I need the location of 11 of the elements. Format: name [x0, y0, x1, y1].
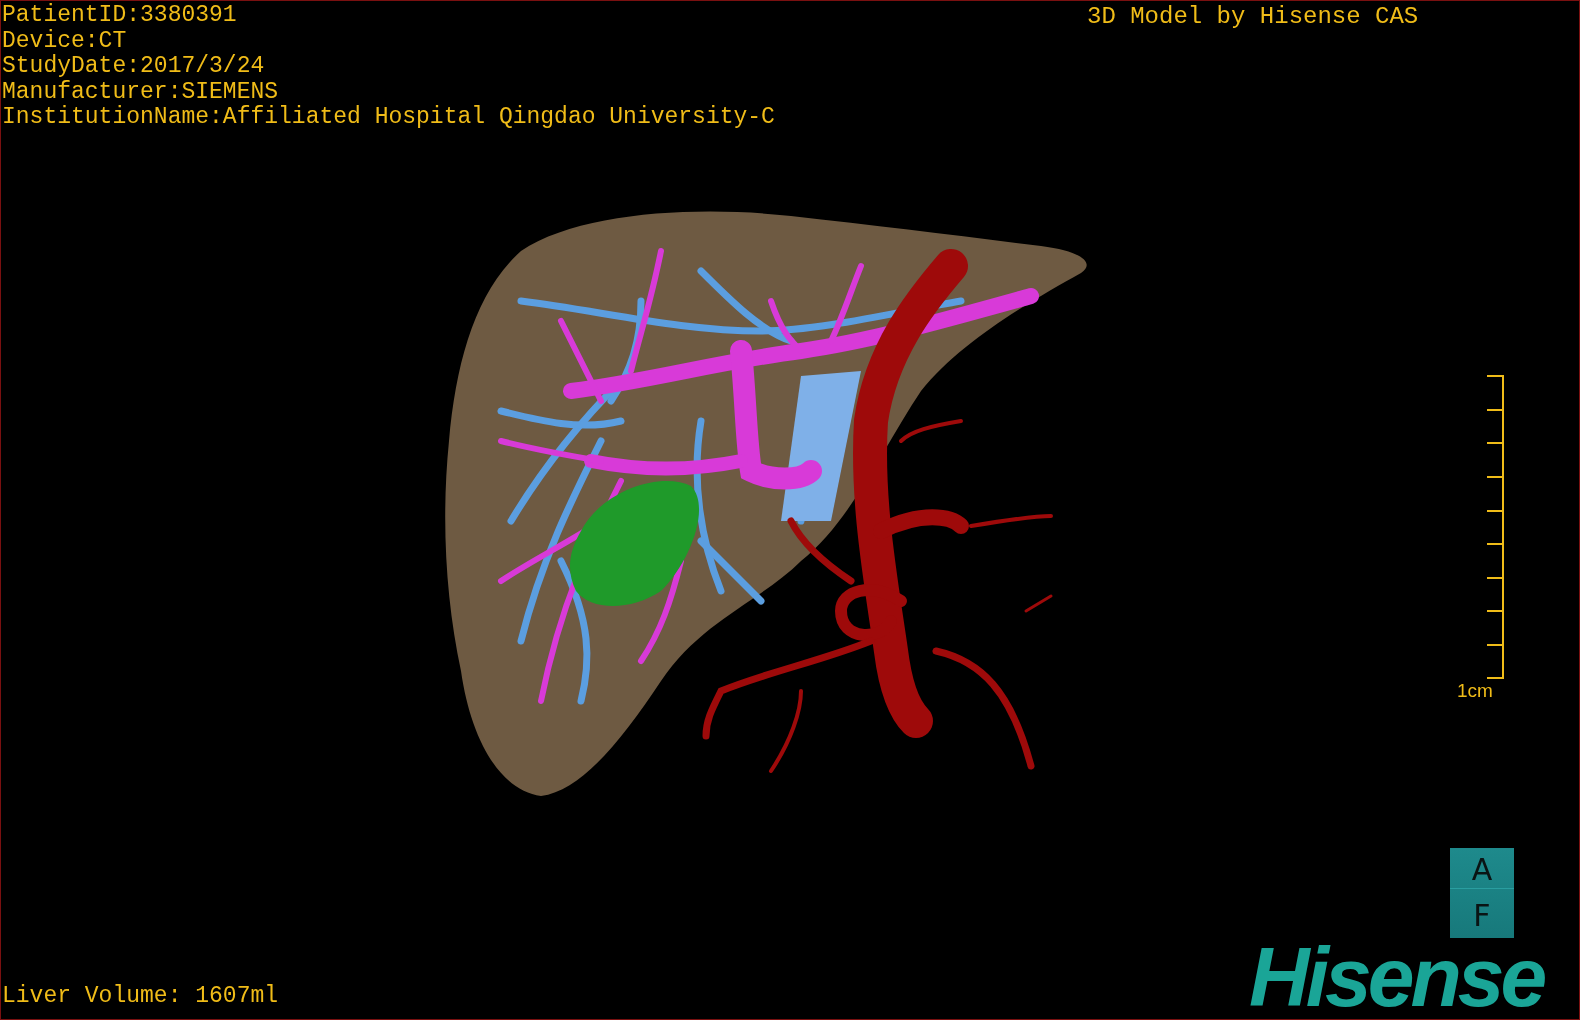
- liver-volume: Liver Volume: 1607ml: [2, 984, 279, 1010]
- study-info: Device:CT: [2, 28, 127, 54]
- study-info: StudyDate:2017/3/24: [2, 54, 265, 80]
- orientation-cube[interactable]: A F: [1450, 848, 1514, 938]
- scale-label: 1cm: [1457, 680, 1493, 702]
- model-title: 3D Model by Hisense CAS: [1087, 4, 1419, 30]
- study-info: InstitutionName:Affiliated Hospital Qingdao University-C: [2, 105, 775, 131]
- logo: Hisense: [1249, 935, 1544, 1019]
- study-info: PatientID:3380391: [2, 3, 237, 29]
- study-info: Manufacturer:SIEMENS: [2, 79, 279, 105]
- viewport[interactable]: PatientID:3380391 Device:CT StudyDate:2017/3/24 Manufacturer:SIEMENS InstitutionName:Affiliated Hospital Qingdao University-C 3D Model by Hisense CAS 1cm A F Liver Volume: 1607ml Hisense: [0, 0, 1580, 1020]
